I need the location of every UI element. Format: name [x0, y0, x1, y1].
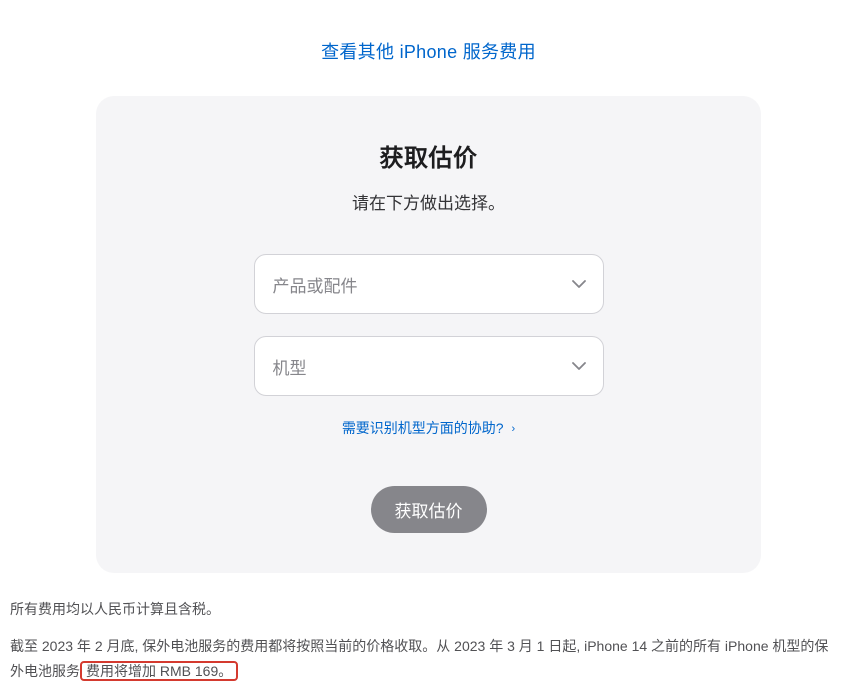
card-subtitle: 请在下方做出选择。	[136, 189, 721, 214]
view-other-services-link[interactable]: 查看其他 iPhone 服务费用	[321, 42, 536, 62]
card-title: 获取估价	[136, 138, 721, 173]
model-select-wrap: 机型	[254, 336, 604, 396]
help-link-container: 需要识别机型方面的协助? ›	[136, 418, 721, 438]
get-estimate-button[interactable]: 获取估价	[371, 486, 487, 533]
disclaimer-line-1: 所有费用均以人民币计算且含税。	[10, 597, 840, 622]
disclaimer-section: 所有费用均以人民币计算且含税。 截至 2023 年 2 月底, 保外电池服务的费…	[10, 597, 840, 685]
model-select[interactable]: 机型	[254, 336, 604, 396]
estimate-card: 获取估价 请在下方做出选择。 产品或配件 机型 需要识别机型方面的协助? › 获…	[96, 96, 761, 573]
top-link-container: 查看其他 iPhone 服务费用	[0, 0, 857, 96]
identify-model-help-link[interactable]: 需要识别机型方面的协助? ›	[342, 420, 515, 436]
product-select-wrap: 产品或配件	[254, 254, 604, 314]
product-select[interactable]: 产品或配件	[254, 254, 604, 314]
help-link-label: 需要识别机型方面的协助?	[342, 420, 504, 436]
price-increase-highlight: 费用将增加 RMB 169。	[80, 661, 238, 681]
disclaimer-line-2: 截至 2023 年 2 月底, 保外电池服务的费用都将按照当前的价格收取。从 2…	[10, 634, 840, 684]
chevron-right-icon: ›	[512, 423, 516, 435]
